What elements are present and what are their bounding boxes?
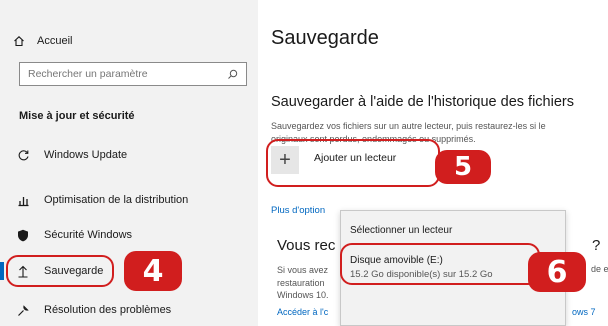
- file-history-heading: Sauvegarder à l'aide de l'historique des…: [271, 94, 574, 110]
- backup-restore-link-fragment[interactable]: ows 7: [572, 307, 596, 317]
- description-line: Sauvegardez vos fichiers sur un autre le…: [271, 121, 546, 131]
- older-backup-description-fragment: de e: [591, 264, 608, 274]
- section-title: Mise à jour et sécurité: [19, 110, 135, 122]
- home-link[interactable]: Accueil: [13, 35, 72, 47]
- step-badge-6: 6: [528, 252, 586, 292]
- older-backup-heading: Vous rec: [277, 237, 336, 254]
- highlight-backup-outline: [6, 255, 114, 287]
- highlight-add-drive-outline: [266, 139, 440, 187]
- page-title: Sauvegarde: [271, 27, 379, 49]
- shield-icon: [0, 229, 44, 242]
- delivery-optimization-icon: [0, 194, 44, 207]
- more-options-link[interactable]: Plus d'option: [271, 205, 325, 216]
- sidebar-item-windows-security[interactable]: Sécurité Windows: [0, 222, 258, 248]
- highlight-drive-outline: [340, 243, 540, 285]
- sidebar-item-label: Sécurité Windows: [44, 229, 133, 241]
- sync-icon: [0, 149, 44, 162]
- sidebar-item-windows-update[interactable]: Windows Update: [0, 142, 258, 168]
- home-label: Accueil: [37, 35, 73, 47]
- wrench-icon: [0, 304, 44, 317]
- sidebar-item-label: Optimisation de la distribution: [44, 194, 189, 206]
- search-input[interactable]: Rechercher un paramètre: [19, 62, 247, 86]
- sidebar-item-troubleshoot[interactable]: Résolution des problèmes: [0, 297, 258, 323]
- search-icon: [228, 69, 238, 79]
- home-icon: [14, 36, 24, 47]
- step-badge-4: 4: [124, 251, 182, 291]
- step-badge-5: 5: [435, 150, 491, 184]
- sidebar-item-label: Windows Update: [44, 149, 128, 161]
- older-backup-heading-end: ?: [592, 237, 601, 254]
- flyout-title: Sélectionner un lecteur: [350, 225, 453, 236]
- search-placeholder: Rechercher un paramètre: [28, 68, 148, 80]
- sidebar-item-delivery-optimization[interactable]: Optimisation de la distribution: [0, 187, 258, 213]
- sidebar-item-label: Résolution des problèmes: [44, 304, 172, 316]
